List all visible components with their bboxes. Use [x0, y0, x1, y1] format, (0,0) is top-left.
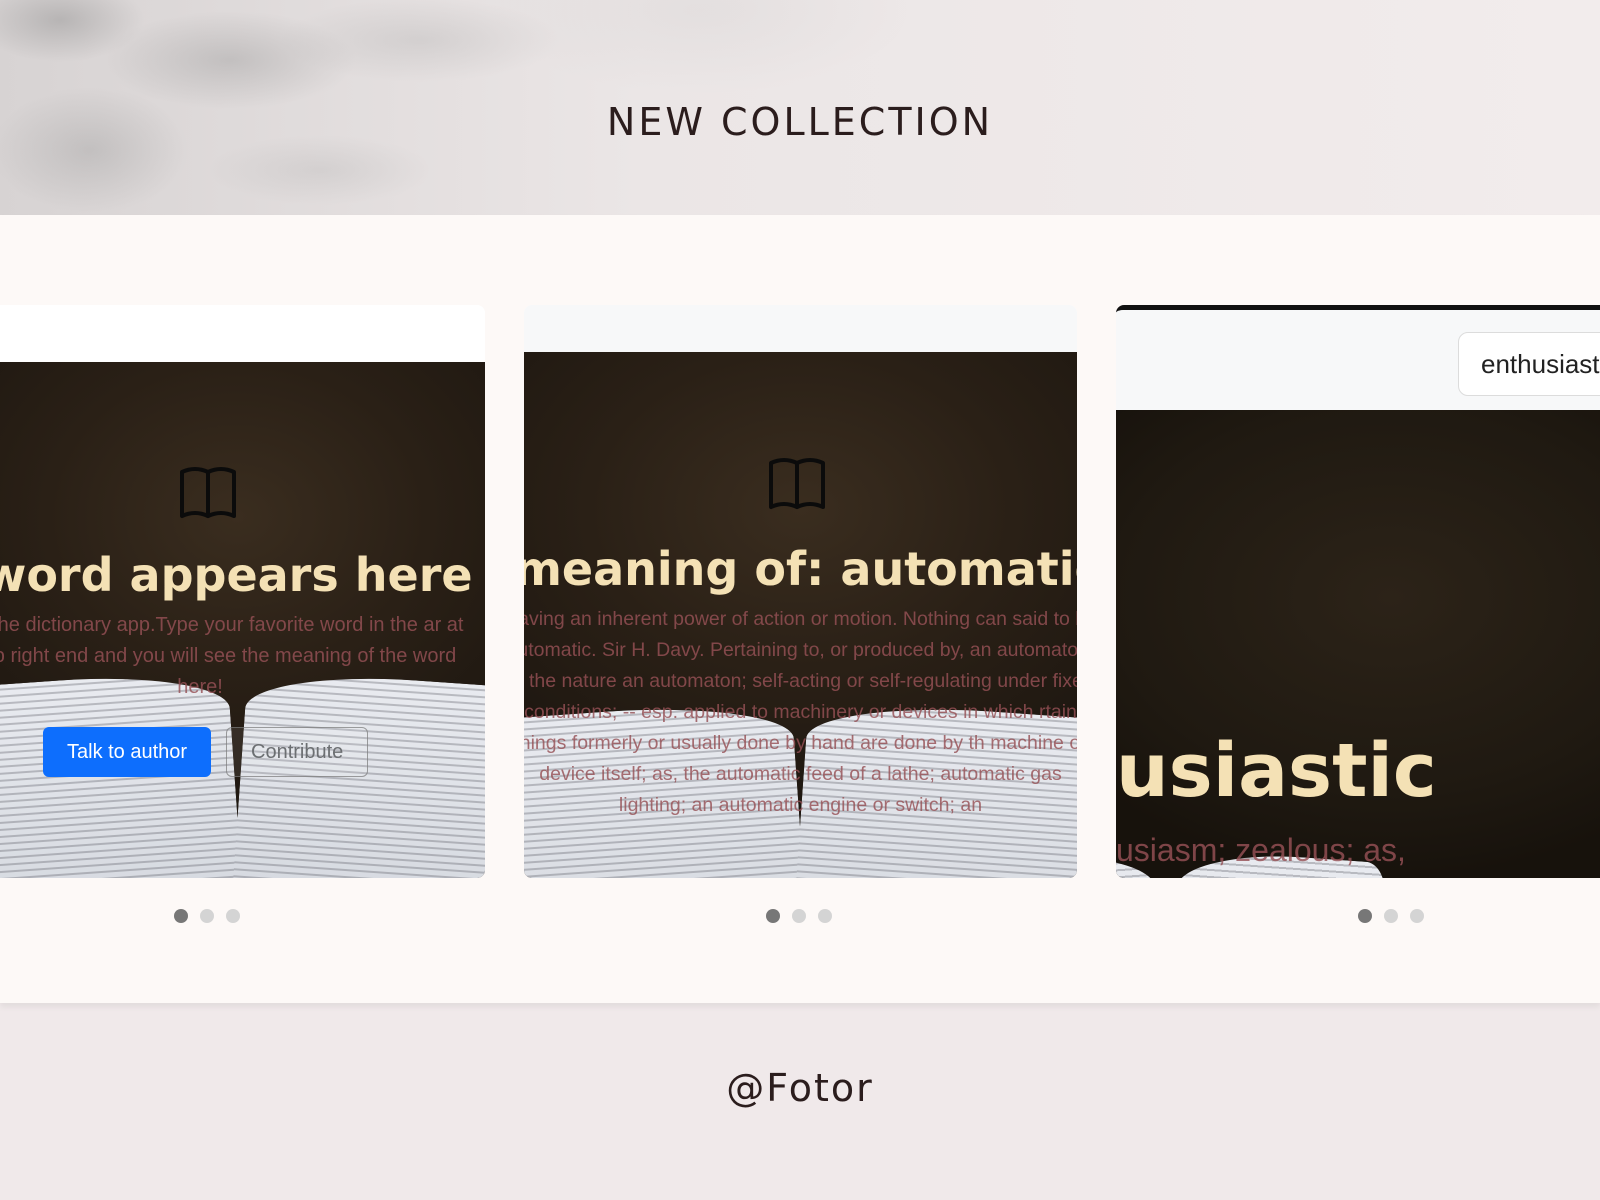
card-header [524, 305, 1077, 352]
carousel-dot[interactable] [792, 909, 806, 923]
screenshot-card-1[interactable]: ur word appears here me to the dictionar… [0, 305, 485, 878]
definition-text: Having an inherent power of action or mo… [524, 608, 1077, 816]
contribute-button[interactable]: Contribute [226, 727, 369, 777]
talk-to-author-button[interactable]: Talk to author [43, 727, 212, 777]
definition-text: usiasm; zealous; as, [1116, 832, 1406, 868]
welcome-text: me to the dictionary app.Type your favor… [0, 614, 464, 698]
carousel-dot[interactable] [766, 909, 780, 923]
carousel-dot[interactable] [1384, 909, 1398, 923]
hero-image: usiastic usiasm; zealous; as, [1116, 410, 1600, 878]
carousel-dot[interactable] [818, 909, 832, 923]
book-icon [769, 458, 825, 509]
word-title: usiastic [1116, 728, 1437, 814]
carousel-dots-3 [1358, 909, 1424, 923]
carousel-dot[interactable] [174, 909, 188, 923]
carousel-dots-2 [766, 909, 832, 923]
card-header [0, 305, 485, 362]
screenshot-card-2[interactable]: meaning of: automatic Having an inherent… [524, 305, 1077, 878]
hero-image: ur word appears here me to the dictionar… [0, 362, 485, 878]
carousel-dot[interactable] [1358, 909, 1372, 923]
page-title: NEW COLLECTION [606, 100, 994, 144]
hero-image: meaning of: automatic Having an inherent… [524, 352, 1077, 878]
word-title: meaning of: automatic [524, 542, 1077, 596]
carousel-dots-1 [174, 909, 240, 923]
carousel-dot[interactable] [226, 909, 240, 923]
screenshot-card-3[interactable]: enthusiast usiastic usiasm; zealous; as, [1116, 305, 1600, 878]
carousel-dot[interactable] [200, 909, 214, 923]
book-icon [180, 467, 236, 518]
footer-watermark: @Fotor [726, 1066, 874, 1110]
navbar: enthusiast [1116, 310, 1600, 410]
gallery-panel: ur word appears here me to the dictionar… [0, 215, 1600, 1003]
carousel-dot[interactable] [1410, 909, 1424, 923]
search-input[interactable]: enthusiast [1458, 332, 1600, 396]
word-title: ur word appears here [0, 548, 473, 602]
